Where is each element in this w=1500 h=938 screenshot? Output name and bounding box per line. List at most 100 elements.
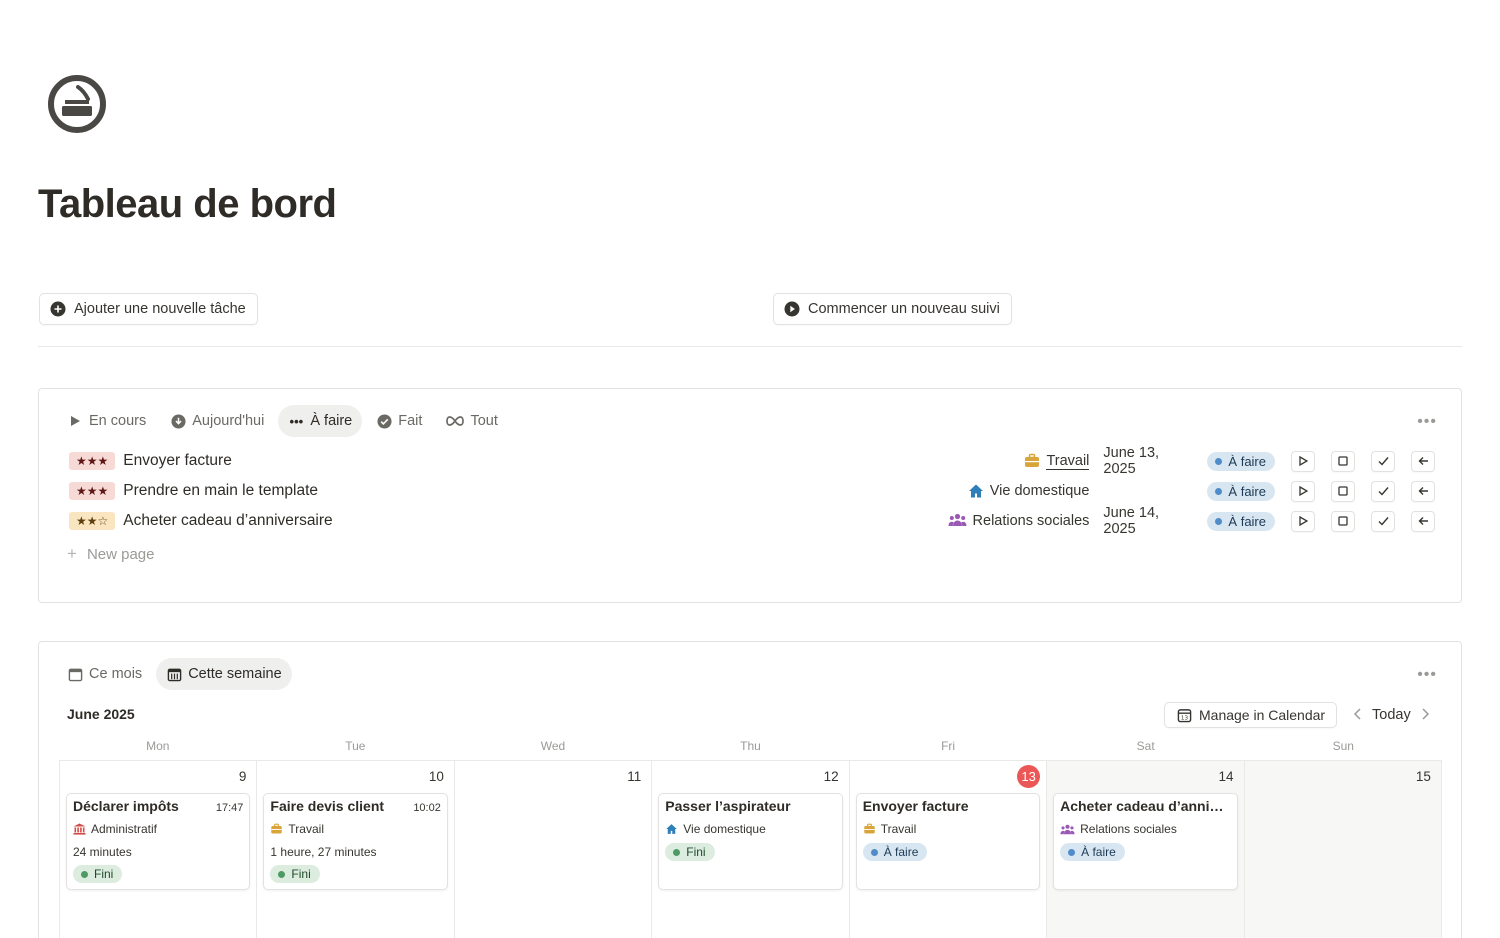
- tab-a-faire[interactable]: ••• À faire: [278, 405, 363, 437]
- arrow-left-icon: [1418, 487, 1428, 495]
- stop-button[interactable]: [1331, 510, 1355, 532]
- tab-aujourdhui[interactable]: Aujourd'hui: [160, 405, 274, 437]
- complete-button[interactable]: [1371, 450, 1395, 472]
- chevron-left-icon[interactable]: [1353, 707, 1362, 723]
- tab-label: Cette semaine: [188, 666, 282, 682]
- task-name[interactable]: Envoyer facture: [123, 452, 232, 470]
- tab-tout[interactable]: Tout: [436, 405, 507, 437]
- square-icon: [1338, 516, 1348, 526]
- weekday-header: Mon Tue Wed Thu Fri Sat Sun: [59, 739, 1442, 753]
- tab-fait[interactable]: Fait: [366, 405, 432, 437]
- day-number: 11: [627, 769, 642, 784]
- play-icon: [67, 413, 83, 429]
- calendar-week-icon: [166, 666, 182, 682]
- task-name[interactable]: Prendre en main le template: [123, 482, 318, 500]
- status-label: À faire: [1228, 513, 1266, 529]
- back-button[interactable]: [1411, 510, 1435, 532]
- tasks-view-tabs: En cours Aujourd'hui ••• À faire Fait To…: [57, 405, 508, 437]
- status-label: À faire: [1081, 845, 1116, 859]
- play-outline-icon: [1299, 516, 1308, 526]
- status-dot: [1068, 848, 1076, 856]
- category-label: Travail: [1046, 452, 1090, 470]
- today-marker: 13: [1017, 765, 1041, 788]
- calendar-app-icon: 13: [1177, 708, 1192, 723]
- day-number: 12: [823, 769, 839, 784]
- stop-button[interactable]: [1331, 480, 1355, 502]
- event-time: 10:02: [413, 802, 441, 814]
- day-number: 14: [1218, 769, 1234, 784]
- tab-cette-semaine[interactable]: Cette semaine: [156, 658, 292, 690]
- new-page-button[interactable]: + New page: [67, 544, 154, 564]
- start-button[interactable]: [1291, 480, 1315, 502]
- due-date: June 13, 2025: [1103, 445, 1160, 477]
- event-duration: 24 minutes: [73, 845, 132, 859]
- task-name[interactable]: Acheter cadeau d’anniversaire: [123, 512, 332, 530]
- event-card[interactable]: Envoyer facture Travail À faire: [855, 793, 1041, 890]
- tab-label: À faire: [310, 413, 353, 429]
- status-badge: À faire: [1060, 843, 1125, 861]
- category-label: Relations sociales: [972, 513, 1090, 529]
- day-cell[interactable]: 12 Passer l’aspirateur Vie domestique Fi…: [652, 761, 850, 938]
- weekday-label: Thu: [740, 739, 761, 753]
- manage-in-calendar-button[interactable]: 13 Manage in Calendar: [1164, 702, 1338, 728]
- day-number: 15: [1415, 769, 1431, 784]
- day-cell[interactable]: 15: [1244, 761, 1442, 938]
- category-tag[interactable]: Vie domestique: [968, 483, 1089, 499]
- tab-label: En cours: [89, 413, 147, 429]
- status-dot: [278, 870, 286, 878]
- status-dot: [673, 848, 681, 856]
- event-category: Administratif: [73, 822, 243, 836]
- today-button[interactable]: Today: [1372, 707, 1411, 723]
- dots-icon: •••: [289, 413, 304, 429]
- back-button[interactable]: [1411, 450, 1435, 472]
- event-card[interactable]: Passer l’aspirateur Vie domestique Fini: [658, 793, 843, 890]
- category-tag[interactable]: Travail: [1024, 452, 1090, 470]
- event-title: Envoyer facture: [862, 798, 969, 814]
- event-category-label: Administratif: [91, 822, 158, 836]
- chevron-right-icon[interactable]: [1421, 707, 1430, 723]
- task-row[interactable]: ★★★ Envoyer facture Travail June 13, 202…: [69, 445, 1435, 477]
- infinity-icon: [446, 413, 465, 429]
- briefcase-icon: [1024, 453, 1040, 469]
- more-options-icon[interactable]: •••: [1417, 413, 1437, 431]
- tab-en-cours[interactable]: En cours: [57, 405, 156, 437]
- event-card[interactable]: Déclarer impôts 17:47 Administratif 24 m…: [66, 793, 251, 890]
- day-cell[interactable]: 10 Faire devis client 10:02 Travail 1 he…: [257, 761, 455, 938]
- day-cell[interactable]: 14 Acheter cadeau d’annive... Relations …: [1047, 761, 1245, 938]
- complete-button[interactable]: [1371, 510, 1395, 532]
- add-task-button[interactable]: Ajouter une nouvelle tâche: [39, 293, 258, 325]
- start-tracking-button[interactable]: Commencer un nouveau suivi: [773, 293, 1012, 325]
- start-button[interactable]: [1291, 450, 1315, 472]
- day-cell[interactable]: 11: [455, 761, 653, 938]
- event-card[interactable]: Faire devis client 10:02 Travail 1 heure…: [263, 793, 448, 890]
- weekday-label: Sun: [1332, 739, 1354, 753]
- svg-text:13: 13: [1181, 715, 1189, 721]
- people-icon: [948, 513, 967, 529]
- event-category-label: Travail: [288, 822, 324, 836]
- day-cell[interactable]: 13 Envoyer facture Travail À faire: [850, 761, 1048, 938]
- task-row[interactable]: ★★★ Prendre en main le template Vie dome…: [69, 477, 1435, 505]
- event-card[interactable]: Acheter cadeau d’annive... Relations soc…: [1053, 793, 1238, 890]
- day-cell[interactable]: 9 Déclarer impôts 17:47 Administratif 24…: [60, 761, 258, 938]
- back-button[interactable]: [1411, 480, 1435, 502]
- category-tag[interactable]: Relations sociales: [948, 513, 1090, 529]
- tab-ce-mois[interactable]: Ce mois: [57, 658, 152, 690]
- status-label: Fini: [686, 845, 706, 859]
- house-icon: [968, 483, 984, 499]
- tab-label: Aujourd'hui: [192, 413, 265, 429]
- weekday-label: Sat: [1136, 739, 1155, 753]
- stop-button[interactable]: [1331, 450, 1355, 472]
- event-category-label: Vie domestique: [683, 822, 766, 836]
- briefcase-icon: [270, 823, 283, 835]
- event-category: Vie domestique: [665, 822, 835, 836]
- status-dot: [1215, 487, 1223, 495]
- more-options-icon[interactable]: •••: [1417, 666, 1437, 684]
- status-label: À faire: [1228, 453, 1266, 469]
- weekday-label: Wed: [540, 739, 566, 753]
- task-row[interactable]: ★★☆ Acheter cadeau d’anniversaire Relati…: [69, 505, 1435, 537]
- complete-button[interactable]: [1371, 480, 1395, 502]
- briefcase-icon: [863, 823, 876, 835]
- play-outline-icon: [1299, 486, 1308, 496]
- tab-label: Fait: [398, 413, 423, 429]
- start-button[interactable]: [1291, 510, 1315, 532]
